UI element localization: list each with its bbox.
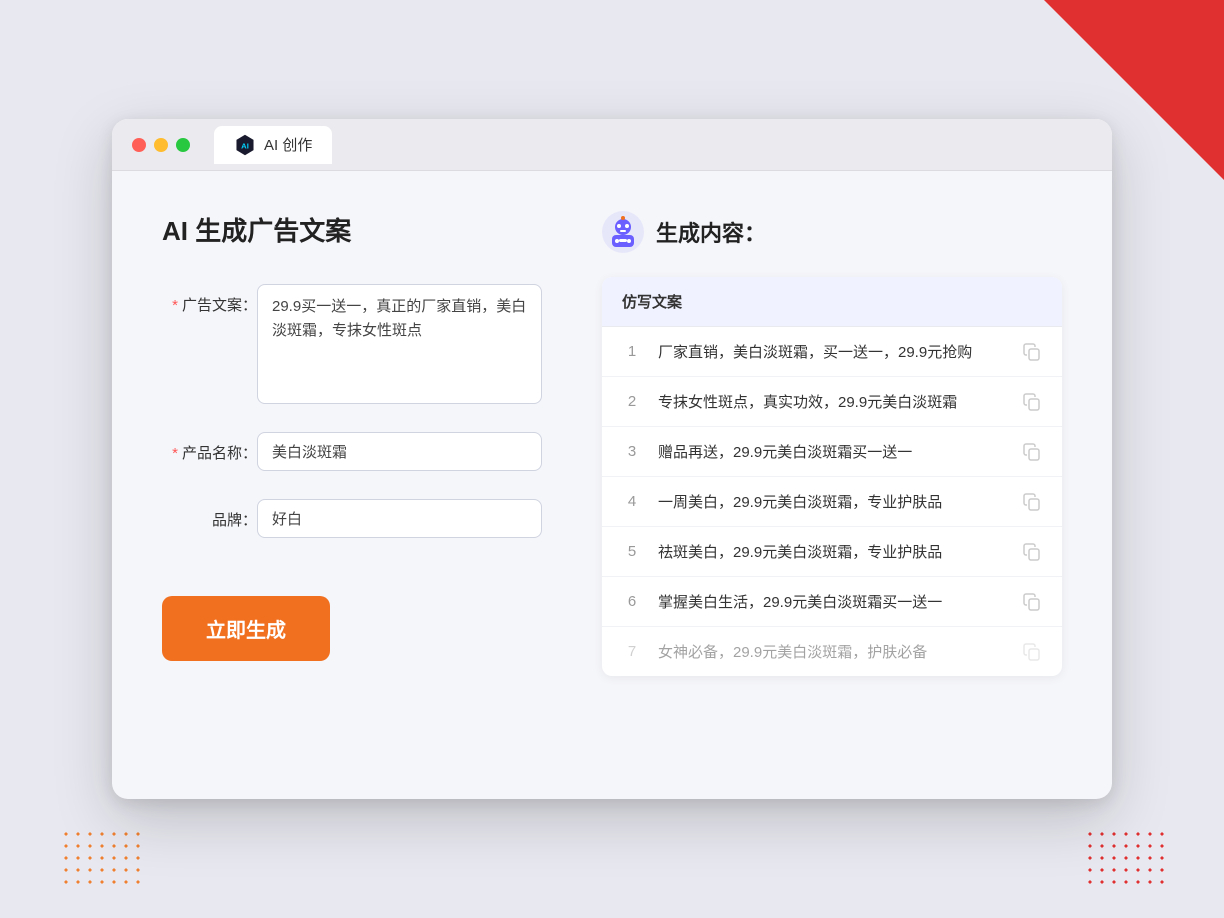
panel-title: AI 生成广告文案 <box>162 211 542 248</box>
row-number: 2 <box>622 393 642 410</box>
generate-button[interactable]: 立即生成 <box>162 596 330 661</box>
bg-decoration-dots-right <box>1084 828 1164 888</box>
brand-row: 品牌： <box>162 499 542 538</box>
required-star-2: * <box>172 445 178 462</box>
close-button[interactable] <box>132 138 146 152</box>
row-number: 6 <box>622 593 642 610</box>
result-rows-container: 1 厂家直销，美白淡斑霜，买一送一，29.9元抢购 2 专抹女性斑点，真实功效，… <box>602 327 1062 676</box>
row-number: 4 <box>622 493 642 510</box>
table-row: 6 掌握美白生活，29.9元美白淡斑霜买一送一 <box>602 577 1062 627</box>
row-text: 厂家直销，美白淡斑霜，买一送一，29.9元抢购 <box>658 341 1006 362</box>
table-row: 4 一周美白，29.9元美白淡斑霜，专业护肤品 <box>602 477 1062 527</box>
maximize-button[interactable] <box>176 138 190 152</box>
row-number: 5 <box>622 543 642 560</box>
row-text: 女神必备，29.9元美白淡斑霜，护肤必备 <box>658 641 1006 662</box>
product-name-input[interactable] <box>257 432 542 471</box>
table-row: 3 赠品再送，29.9元美白淡斑霜买一送一 <box>602 427 1062 477</box>
title-bar: AI AI 创作 <box>112 119 1112 171</box>
row-number: 7 <box>622 643 642 660</box>
product-name-label: *产品名称： <box>162 432 257 463</box>
left-panel: AI 生成广告文案 *广告文案： *产品名称： 品牌： 立 <box>162 211 542 751</box>
result-table: 仿写文案 1 厂家直销，美白淡斑霜，买一送一，29.9元抢购 2 专抹女性斑点，… <box>602 277 1062 676</box>
ai-icon: AI <box>234 134 256 156</box>
row-text: 掌握美白生活，29.9元美白淡斑霜买一送一 <box>658 591 1006 612</box>
copy-icon[interactable] <box>1022 392 1042 412</box>
copy-icon[interactable] <box>1022 592 1042 612</box>
table-row: 5 祛斑美白，29.9元美白淡斑霜，专业护肤品 <box>602 527 1062 577</box>
bg-decoration-dots-left <box>60 828 140 888</box>
copy-icon[interactable] <box>1022 442 1042 462</box>
svg-text:AI: AI <box>241 141 249 150</box>
minimize-button[interactable] <box>154 138 168 152</box>
table-row: 7 女神必备，29.9元美白淡斑霜，护肤必备 <box>602 627 1062 676</box>
brand-input[interactable] <box>257 499 542 538</box>
row-number: 3 <box>622 443 642 460</box>
table-header: 仿写文案 <box>602 277 1062 327</box>
tab-title: AI 创作 <box>264 134 312 155</box>
main-content: AI 生成广告文案 *广告文案： *产品名称： 品牌： 立 <box>112 171 1112 791</box>
table-row: 1 厂家直销，美白淡斑霜，买一送一，29.9元抢购 <box>602 327 1062 377</box>
ad-copy-input[interactable] <box>257 284 542 404</box>
copy-icon[interactable] <box>1022 342 1042 362</box>
right-panel: 生成内容： 仿写文案 1 厂家直销，美白淡斑霜，买一送一，29.9元抢购 2 专… <box>602 211 1062 751</box>
row-text: 祛斑美白，29.9元美白淡斑霜，专业护肤品 <box>658 541 1006 562</box>
row-number: 1 <box>622 343 642 360</box>
table-row: 2 专抹女性斑点，真实功效，29.9元美白淡斑霜 <box>602 377 1062 427</box>
copy-icon[interactable] <box>1022 542 1042 562</box>
browser-window: AI AI 创作 AI 生成广告文案 *广告文案： *产品名称： <box>112 119 1112 799</box>
result-header: 生成内容： <box>602 211 1062 253</box>
ad-copy-label: *广告文案： <box>162 284 257 315</box>
result-title: 生成内容： <box>656 216 766 248</box>
robot-icon <box>602 211 644 253</box>
product-name-row: *产品名称： <box>162 432 542 471</box>
required-star: * <box>172 297 178 314</box>
row-text: 专抹女性斑点，真实功效，29.9元美白淡斑霜 <box>658 391 1006 412</box>
window-controls <box>132 138 190 152</box>
browser-tab[interactable]: AI AI 创作 <box>214 126 332 164</box>
ad-copy-row: *广告文案： <box>162 284 542 404</box>
copy-icon[interactable] <box>1022 492 1042 512</box>
row-text: 一周美白，29.9元美白淡斑霜，专业护肤品 <box>658 491 1006 512</box>
row-text: 赠品再送，29.9元美白淡斑霜买一送一 <box>658 441 1006 462</box>
copy-icon[interactable] <box>1022 642 1042 662</box>
brand-label: 品牌： <box>162 499 257 530</box>
